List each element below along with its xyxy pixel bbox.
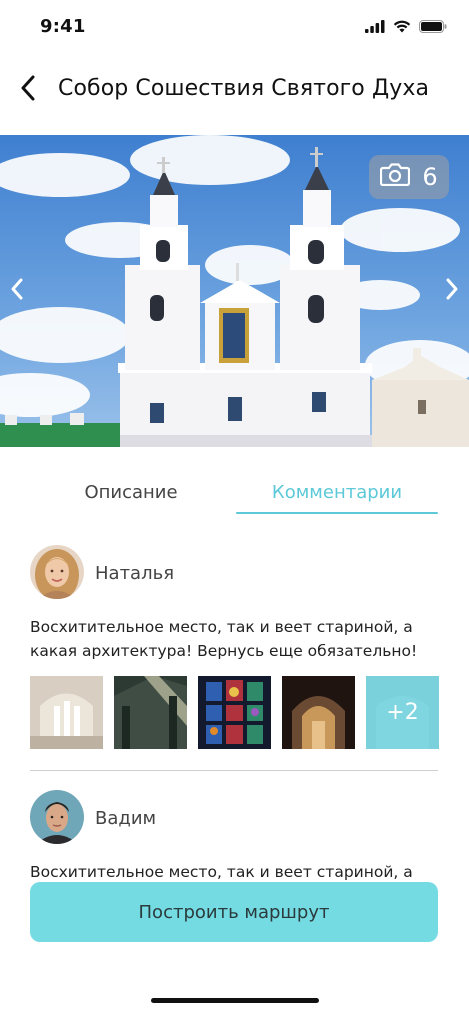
wifi-icon (393, 18, 411, 37)
chevron-right-icon (445, 277, 459, 305)
tab-bar: Описание Комментарии (30, 472, 438, 516)
avatar[interactable] (30, 545, 84, 599)
camera-icon (380, 162, 411, 192)
comment-text: Восхитительное место, так и веет старино… (30, 618, 418, 660)
chevron-left-icon (19, 75, 37, 105)
status-icons (365, 18, 447, 37)
previous-photo-button[interactable] (4, 275, 30, 307)
comment-text: Восхитительное место, так и веет старино… (30, 863, 413, 881)
comment-photo[interactable] (30, 676, 103, 749)
photo-gallery[interactable]: 6 (0, 135, 469, 447)
tab-comments[interactable]: Комментарии (236, 472, 438, 516)
status-time: 9:41 (40, 16, 86, 37)
battery-icon (419, 18, 447, 37)
header: Собор Сошествия Святого Духа (0, 62, 469, 120)
more-photos-thumbnail[interactable]: +2 (366, 676, 439, 749)
avatar[interactable] (30, 790, 84, 844)
comment-photo[interactable] (198, 676, 271, 749)
photo-count-badge[interactable]: 6 (369, 155, 449, 199)
signal-icon (365, 18, 385, 37)
photo-count: 6 (422, 163, 438, 191)
page-title: Собор Сошествия Святого Духа (58, 76, 430, 101)
comment-author: Наталья (95, 563, 175, 584)
back-button[interactable] (12, 74, 44, 106)
comment-photos: +2 (30, 676, 439, 749)
tab-description[interactable]: Описание (30, 472, 232, 516)
status-bar: 9:41 (0, 0, 469, 56)
more-photos-count: +2 (366, 676, 439, 749)
chevron-left-icon (10, 277, 24, 305)
comment-photo[interactable] (114, 676, 187, 749)
build-route-button[interactable]: Построить маршрут (30, 882, 438, 942)
next-photo-button[interactable] (439, 275, 465, 307)
divider (30, 770, 438, 771)
home-indicator[interactable] (151, 998, 319, 1003)
comment-author: Вадим (95, 808, 157, 829)
comment-photo[interactable] (282, 676, 355, 749)
